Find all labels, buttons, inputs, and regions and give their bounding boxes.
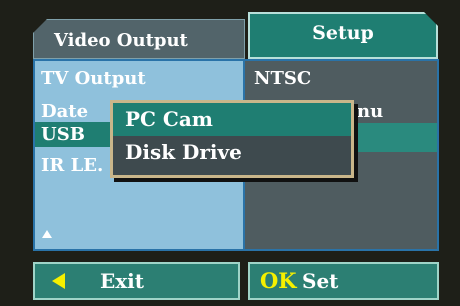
set-button-label: Set	[302, 269, 339, 293]
menu-item-ir-led[interactable]: IR LE.	[41, 155, 103, 176]
left-arrow-icon	[52, 273, 65, 289]
ok-key-label: OK	[260, 268, 297, 293]
menu-item-date[interactable]: Date	[41, 101, 88, 122]
menu-item-tv-output[interactable]: TV Output	[41, 68, 146, 89]
popup-option-pc-cam[interactable]: PC Cam	[113, 103, 351, 136]
tab-setup-label: Setup	[312, 22, 374, 44]
menu-value-tv-output: NTSC	[254, 68, 312, 89]
exit-button-label: Exit	[100, 269, 145, 293]
menu-item-usb[interactable]: USB	[41, 124, 85, 145]
up-triangle-icon	[42, 230, 52, 238]
tab-video-output-label: Video Output	[54, 30, 188, 51]
menu-value-date: nu	[357, 101, 384, 122]
popup-option-disk-drive[interactable]: Disk Drive	[113, 136, 351, 169]
